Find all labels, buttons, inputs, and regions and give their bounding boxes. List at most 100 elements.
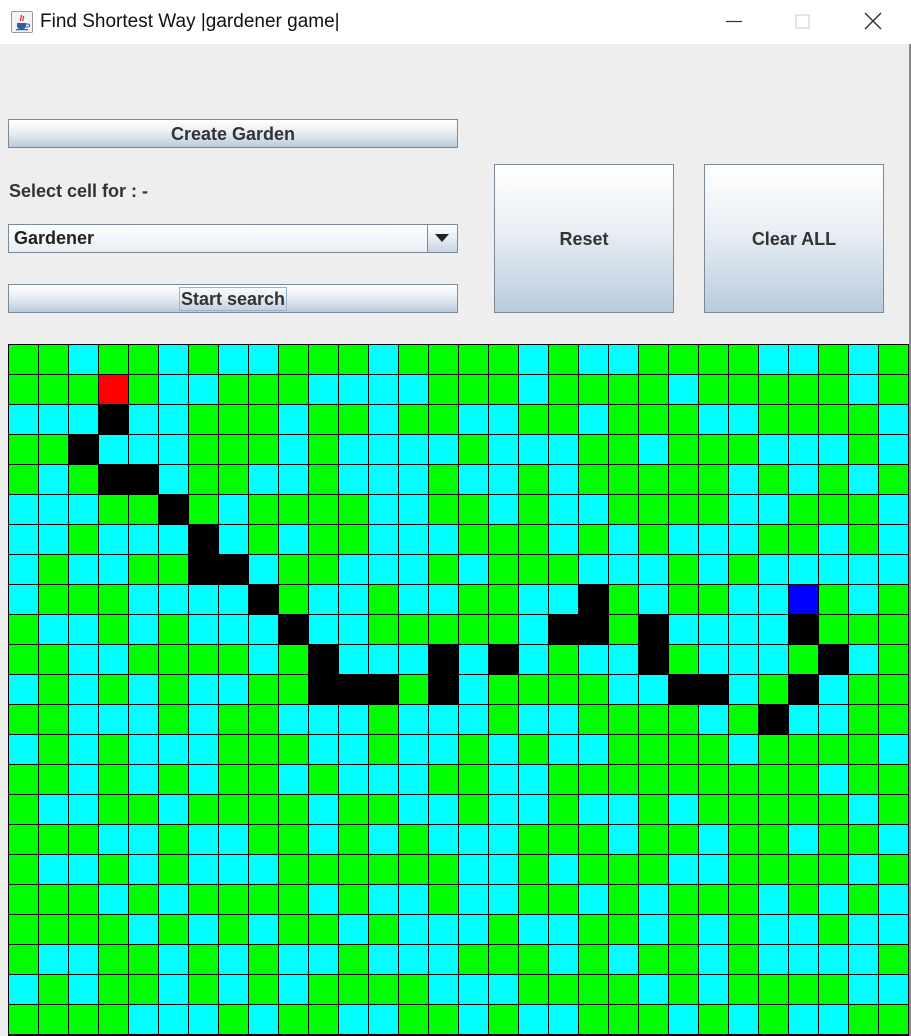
grid-cell-water[interactable] [9,585,39,615]
grid-cell-water[interactable] [489,975,519,1005]
grid-cell-water[interactable] [339,915,369,945]
grid-cell-grass[interactable] [69,375,99,405]
grid-cell-water[interactable] [429,975,459,1005]
grid-cell-water[interactable] [609,645,639,675]
grid-cell-water[interactable] [9,675,39,705]
grid-cell-grass[interactable] [69,525,99,555]
grid-cell-water[interactable] [129,1005,159,1035]
grid-cell-grass[interactable] [879,855,909,885]
grid-cell-water[interactable] [429,945,459,975]
grid-cell-grass[interactable] [99,915,129,945]
grid-cell-water[interactable] [129,855,159,885]
grid-cell-grass[interactable] [429,465,459,495]
grid-cell-grass[interactable] [519,465,549,495]
grid-cell-grass[interactable] [39,915,69,945]
grid-cell-water[interactable] [459,975,489,1005]
grid-cell-grass[interactable] [789,855,819,885]
grid-cell-water[interactable] [879,885,909,915]
grid-cell-path[interactable] [369,675,399,705]
grid-cell-water[interactable] [369,435,399,465]
grid-cell-grass[interactable] [339,525,369,555]
grid-cell-water[interactable] [729,525,759,555]
grid-cell-water[interactable] [249,615,279,645]
grid-cell-water[interactable] [429,795,459,825]
grid-cell-grass[interactable] [399,405,429,435]
grid-cell-water[interactable] [849,915,879,945]
grid-cell-grass[interactable] [369,705,399,735]
grid-cell-water[interactable] [69,405,99,435]
grid-cell-water[interactable] [39,405,69,435]
grid-cell-grass[interactable] [99,975,129,1005]
grid-cell-water[interactable] [399,585,429,615]
grid-cell-grass[interactable] [549,765,579,795]
grid-cell-water[interactable] [699,915,729,945]
grid-cell-water[interactable] [159,945,189,975]
grid-cell-grass[interactable] [39,345,69,375]
grid-cell-water[interactable] [339,555,369,585]
grid-cell-water[interactable] [879,525,909,555]
grid-cell-water[interactable] [369,945,399,975]
grid-cell-water[interactable] [789,465,819,495]
grid-cell-water[interactable] [279,405,309,435]
grid-cell-path[interactable] [189,525,219,555]
grid-cell-grass[interactable] [549,345,579,375]
grid-cell-water[interactable] [699,945,729,975]
grid-cell-water[interactable] [519,765,549,795]
grid-cell-water[interactable] [669,1005,699,1035]
grid-cell-grass[interactable] [639,375,669,405]
grid-cell-water[interactable] [699,405,729,435]
grid-cell-grass[interactable] [669,645,699,675]
grid-cell-grass[interactable] [159,615,189,645]
grid-cell-water[interactable] [339,705,369,735]
grid-cell-grass[interactable] [549,375,579,405]
grid-cell-water[interactable] [519,915,549,945]
grid-cell-water[interactable] [369,405,399,435]
grid-cell-grass[interactable] [519,855,549,885]
grid-cell-grass[interactable] [879,645,909,675]
grid-cell-water[interactable] [39,465,69,495]
grid-cell-grass[interactable] [699,345,729,375]
grid-cell-water[interactable] [729,405,759,435]
grid-cell-water[interactable] [399,375,429,405]
grid-cell-grass[interactable] [609,705,639,735]
grid-cell-grass[interactable] [69,915,99,945]
grid-cell-water[interactable] [789,435,819,465]
grid-cell-water[interactable] [69,555,99,585]
grid-cell-grass[interactable] [249,675,279,705]
grid-cell-grass[interactable] [849,675,879,705]
grid-cell-path[interactable] [639,615,669,645]
grid-cell-grass[interactable] [279,345,309,375]
grid-cell-grass[interactable] [849,765,879,795]
grid-cell-grass[interactable] [759,675,789,705]
grid-cell-water[interactable] [789,825,819,855]
grid-cell-grass[interactable] [249,705,279,735]
grid-cell-water[interactable] [489,465,519,495]
grid-cell-grass[interactable] [759,405,789,435]
grid-cell-grass[interactable] [159,855,189,885]
grid-cell-grass[interactable] [219,405,249,435]
grid-cell-water[interactable] [549,855,579,885]
grid-cell-water[interactable] [9,495,39,525]
grid-cell-grass[interactable] [279,735,309,765]
grid-cell-grass[interactable] [699,375,729,405]
grid-cell-grass[interactable] [189,495,219,525]
grid-cell-grass[interactable] [579,375,609,405]
grid-cell-water[interactable] [219,525,249,555]
grid-cell-water[interactable] [219,855,249,885]
grid-cell-grass[interactable] [219,1005,249,1035]
grid-cell-water[interactable] [219,345,249,375]
grid-cell-grass[interactable] [279,585,309,615]
grid-cell-water[interactable] [549,465,579,495]
grid-cell-water[interactable] [129,915,159,945]
grid-cell-grass[interactable] [219,435,249,465]
grid-cell-water[interactable] [579,885,609,915]
grid-cell-grass[interactable] [39,555,69,585]
grid-cell-grass[interactable] [69,825,99,855]
grid-cell-water[interactable] [789,705,819,735]
grid-cell-path[interactable] [189,555,219,585]
grid-cell-grass[interactable] [159,555,189,585]
grid-cell-water[interactable] [459,705,489,735]
grid-cell-water[interactable] [459,1005,489,1035]
grid-cell-water[interactable] [159,345,189,375]
grid-cell-water[interactable] [369,465,399,495]
